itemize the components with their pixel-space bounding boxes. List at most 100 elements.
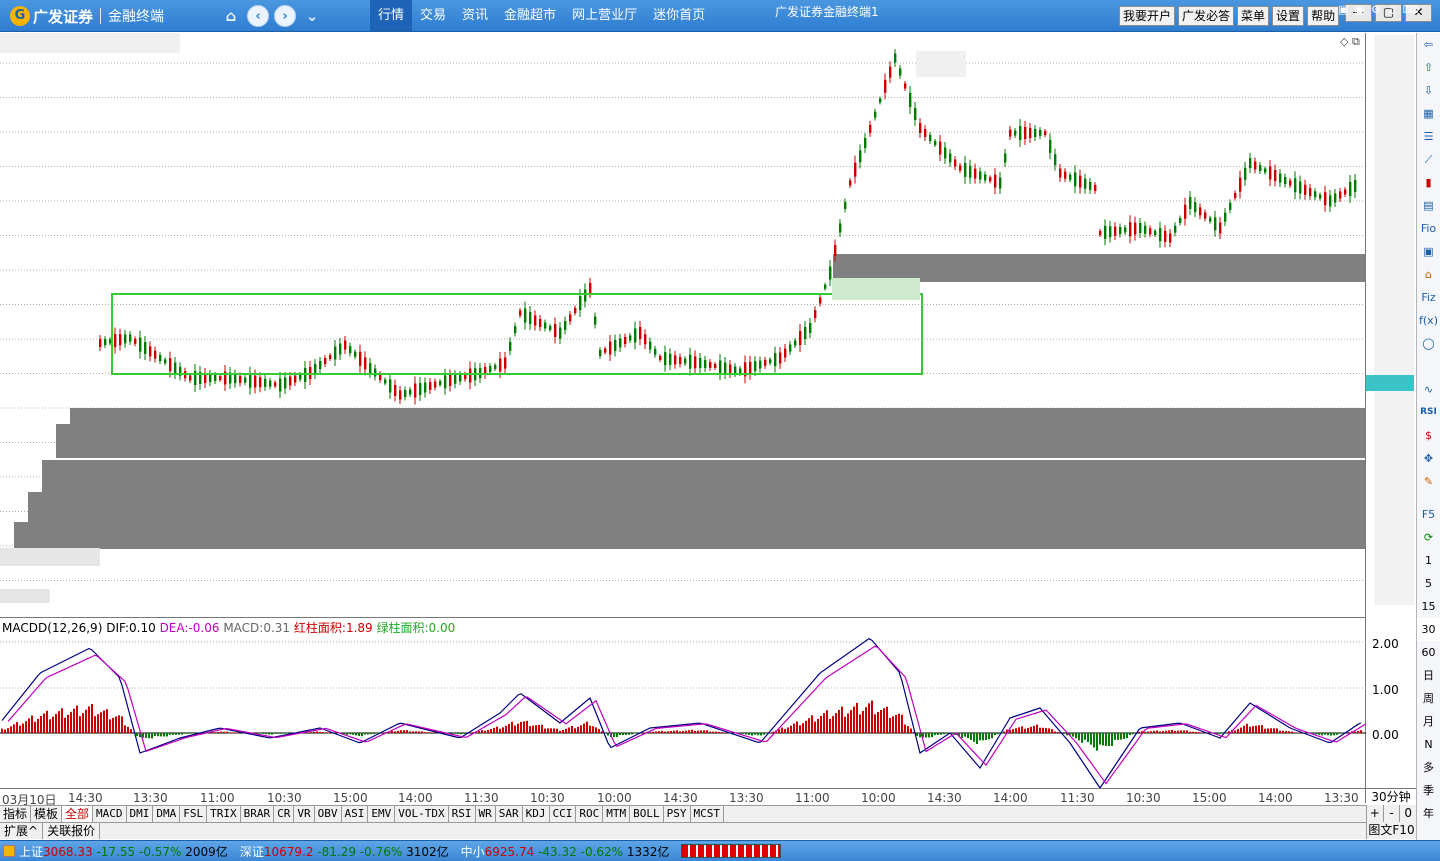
indicator-tab-sar[interactable]: SAR — [496, 806, 523, 822]
fx-icon[interactable]: f(x) — [1417, 309, 1440, 332]
market-breadth-bar — [681, 844, 782, 858]
index-sme[interactable]: 中小6925.74 -43.32 -0.62% 1332亿 — [461, 843, 670, 860]
index-shenzhen[interactable]: 深证10679.2 -81.29 -0.76% 3102亿 — [240, 843, 449, 860]
tray-icon[interactable]: ♫ — [1387, 3, 1397, 16]
help-button[interactable]: 帮助 — [1307, 6, 1340, 26]
candle-body — [144, 342, 147, 354]
nav-finance-market[interactable]: 金融超市 — [496, 0, 564, 31]
status-menu-icon[interactable] — [3, 845, 15, 857]
indicator-tab-指标[interactable]: 指标 — [0, 806, 32, 822]
tray-icon[interactable]: ▣ — [1354, 3, 1364, 16]
candle-body — [1059, 168, 1062, 178]
indicator-tab-trix[interactable]: TRIX — [207, 806, 241, 822]
indicator-tab-dma[interactable]: DMA — [153, 806, 181, 822]
indicator-tab-emv[interactable]: EMV — [368, 806, 396, 822]
indicator-tab-kdj[interactable]: KDJ — [523, 806, 550, 822]
line-chart-icon[interactable]: ⟋ — [1417, 148, 1440, 171]
indicator-tab-cr[interactable]: CR — [274, 806, 295, 822]
nav-news[interactable]: 资讯 — [454, 0, 496, 31]
move-icon[interactable]: ✥ — [1417, 447, 1440, 470]
home-icon[interactable]: ⌂ — [220, 5, 242, 27]
nav-mini-home[interactable]: 迷你首页 — [645, 0, 713, 31]
period-quarter[interactable]: 季 — [1417, 779, 1440, 802]
indicator-tab-全部[interactable]: 全部 — [62, 806, 94, 822]
period-5[interactable]: 5 — [1417, 572, 1440, 595]
period-15[interactable]: 15 — [1417, 595, 1440, 618]
indicator-tab-vol-tdx[interactable]: VOL-TDX — [395, 806, 449, 822]
period-day[interactable]: 日 — [1417, 664, 1440, 687]
nav-trade[interactable]: 交易 — [412, 0, 454, 31]
period-1[interactable]: 1 — [1417, 549, 1440, 572]
candle-icon[interactable]: ▮ — [1417, 171, 1440, 194]
zoom-out-button[interactable]: - — [1382, 805, 1400, 822]
period-n[interactable]: N — [1417, 733, 1440, 756]
arrow-up-icon[interactable]: ⇧ — [1417, 56, 1440, 79]
forward-icon[interactable]: › — [274, 5, 296, 27]
index-shanghai[interactable]: 上证3068.33 -17.55 -0.57% 2009亿 — [19, 843, 228, 860]
list-icon[interactable]: ☰ — [1417, 125, 1440, 148]
f10-button[interactable]: 图文F10 — [1366, 822, 1416, 839]
bank-icon[interactable]: ⌂ — [1417, 263, 1440, 286]
macd-chart[interactable] — [0, 618, 1366, 788]
back-icon[interactable]: ‹ — [247, 5, 269, 27]
tray-icon[interactable]: ▣ — [1338, 3, 1348, 16]
period-multi[interactable]: 多 — [1417, 756, 1440, 779]
period-week[interactable]: 周 — [1417, 687, 1440, 710]
doc-icon[interactable]: ▤ — [1417, 194, 1440, 217]
chart-tools-icon[interactable]: ◇ ⧉ — [1340, 35, 1360, 48]
dollar-icon[interactable]: $ — [1417, 424, 1440, 447]
calendar-icon[interactable]: ▣ — [1417, 240, 1440, 263]
zoom-reset-button[interactable]: 0 — [1399, 805, 1417, 822]
indicator-tab-dmi[interactable]: DMI — [127, 806, 154, 822]
nav-quotes[interactable]: 行情 — [370, 0, 413, 31]
related-quotes-tab[interactable]: 关联报价 — [43, 823, 101, 839]
indicator-tab-macd[interactable]: MACD — [93, 806, 127, 822]
period-60[interactable]: 60 — [1417, 641, 1440, 664]
candle-body — [449, 375, 452, 386]
period-30[interactable]: 30 — [1417, 618, 1440, 641]
candle-body — [829, 266, 832, 280]
indicator-tab-psy[interactable]: PSY — [664, 806, 691, 822]
circle-icon[interactable]: ◯ — [1417, 332, 1440, 355]
indicator-tab-cci[interactable]: CCI — [550, 806, 577, 822]
price-chart[interactable]: ◇ ⧉ — [0, 33, 1366, 617]
fio-icon[interactable]: Fio — [1417, 217, 1440, 240]
indicator-tab-roc[interactable]: ROC — [576, 806, 604, 822]
tray-icon[interactable]: ⚙ — [1371, 3, 1381, 16]
tray-icon[interactable]: ⌨ — [1403, 3, 1419, 16]
indicator-tab-wr[interactable]: WR — [476, 806, 496, 822]
candle-body — [959, 165, 962, 171]
refresh-icon[interactable]: ⟳ — [1417, 526, 1440, 549]
wave-icon[interactable]: ∿ — [1417, 378, 1440, 401]
indicator-tab-asi[interactable]: ASI — [342, 806, 369, 822]
rsi-icon[interactable]: RSI — [1417, 401, 1440, 424]
menu-button[interactable]: 菜单 — [1237, 6, 1270, 26]
arrow-left-icon[interactable]: ⇦ — [1417, 33, 1440, 56]
period-year[interactable]: 年 — [1417, 802, 1440, 825]
zoom-in-button[interactable]: + — [1366, 805, 1383, 822]
faq-button[interactable]: 广发必答 — [1178, 6, 1235, 26]
indicator-tab-obv[interactable]: OBV — [315, 806, 342, 822]
pencil-icon[interactable]: ✎ — [1417, 470, 1440, 493]
arrow-down-icon[interactable]: ⇩ — [1417, 79, 1440, 102]
fiz-icon[interactable]: Fiz — [1417, 286, 1440, 309]
period-label[interactable]: 30分钟 — [1366, 788, 1416, 805]
indicator-tab-fsl[interactable]: FSL — [180, 806, 208, 822]
indicator-tab-mtm[interactable]: MTM — [603, 806, 631, 822]
indicator-tab-mcst[interactable]: MCST — [691, 806, 725, 822]
settings-button[interactable]: 设置 — [1272, 6, 1305, 26]
expand-tab[interactable]: 扩展^ — [0, 823, 44, 839]
indicator-tab-vr[interactable]: VR — [294, 806, 315, 822]
indicator-tab-rsi[interactable]: RSI — [449, 806, 476, 822]
indicator-tab-brar[interactable]: BRAR — [241, 806, 275, 822]
indicator-tab-boll[interactable]: BOLL — [630, 806, 664, 822]
table-icon[interactable]: ▦ — [1417, 102, 1440, 125]
f5-icon[interactable]: F5 — [1417, 503, 1440, 526]
time-label: 13:30 — [133, 791, 168, 805]
open-account-button[interactable]: 我要开户 — [1119, 6, 1176, 26]
collapse-icon[interactable]: ⌄ — [301, 5, 323, 27]
period-month[interactable]: 月 — [1417, 710, 1440, 733]
indicator-tab-模板[interactable]: 模板 — [31, 806, 63, 822]
candle-body — [344, 340, 347, 350]
nav-online-hall[interactable]: 网上营业厅 — [564, 0, 645, 31]
